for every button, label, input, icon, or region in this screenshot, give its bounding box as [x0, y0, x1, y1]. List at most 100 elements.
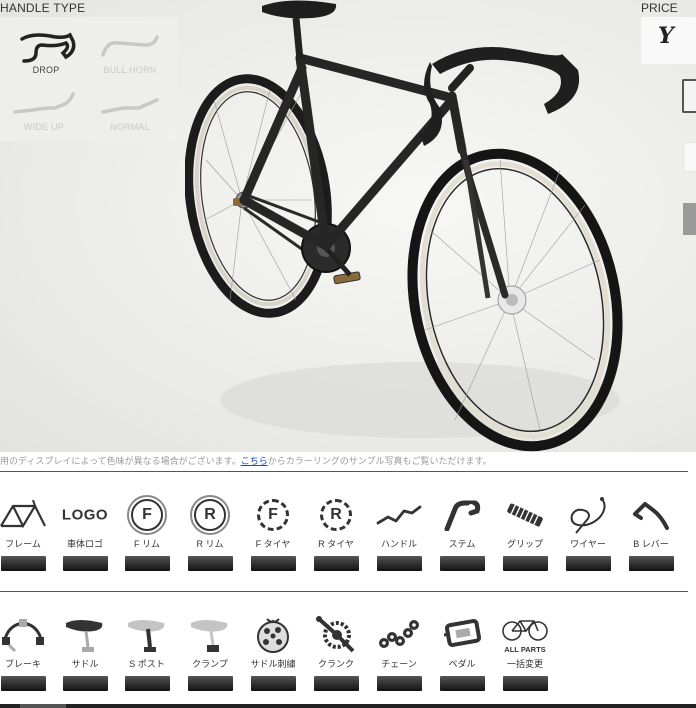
color-swatch[interactable]	[439, 676, 485, 691]
part-label: フレーム	[5, 539, 41, 549]
bottom-scrollbar[interactable]	[0, 704, 696, 708]
part-label: F リム	[134, 539, 160, 549]
handle-type-title: HANDLE TYPE	[0, 1, 86, 15]
all-parts-icon: ALL PARTS	[500, 613, 550, 657]
divider	[0, 471, 688, 472]
part-clamp[interactable]: クランプ	[185, 613, 235, 691]
part-label: S ポスト	[129, 659, 165, 669]
color-swatch[interactable]	[565, 556, 611, 571]
color-swatch[interactable]	[62, 676, 108, 691]
divider	[0, 591, 688, 592]
color-swatch[interactable]	[0, 556, 46, 571]
chain-icon	[374, 613, 424, 657]
part-label: ペダル	[448, 659, 476, 669]
crank-icon	[311, 613, 361, 657]
part-label: グリップ	[506, 539, 543, 549]
handle-option-wide-up[interactable]: WIDE UP	[0, 82, 88, 142]
color-swatch[interactable]	[0, 676, 46, 691]
part-label: チェーン	[381, 659, 417, 669]
brake-icon	[0, 613, 48, 657]
part-pedal[interactable]: ペダル	[437, 613, 487, 691]
all-parts-text: ALL PARTS	[504, 645, 545, 654]
handle-option-label: DROP	[32, 65, 60, 75]
part-frame[interactable]: フレーム	[0, 493, 48, 571]
handle-option-bull-horn[interactable]: BULL HORN	[86, 23, 174, 83]
stem-icon	[437, 493, 487, 537]
logo-icon-text: LOGO	[61, 506, 109, 524]
part-rear-tire[interactable]: R R タイヤ	[311, 493, 361, 571]
side-panel-button[interactable]	[683, 203, 696, 235]
color-swatch[interactable]	[628, 556, 674, 571]
color-swatch[interactable]	[62, 556, 108, 571]
part-label: ハンドル	[380, 539, 417, 549]
part-stem[interactable]: ステム	[437, 493, 487, 571]
color-swatch[interactable]	[439, 556, 485, 571]
logo-icon: LOGO	[60, 493, 110, 537]
color-swatch[interactable]	[313, 676, 359, 691]
rear-tire-icon: R	[311, 493, 361, 537]
part-label: 一括変更	[506, 659, 543, 669]
part-label: ステム	[448, 539, 476, 549]
part-brake[interactable]: ブレーキ	[0, 613, 48, 691]
part-logo[interactable]: LOGO 車体ロゴ	[60, 493, 110, 571]
part-front-rim[interactable]: F F リム	[122, 493, 172, 571]
saddle-embroidery-icon	[248, 613, 298, 657]
seat-post-icon	[122, 613, 172, 657]
part-handlebar[interactable]: ハンドル	[374, 493, 424, 571]
front-rim-icon: F	[122, 493, 172, 537]
part-crank[interactable]: クランク	[311, 613, 361, 691]
rear-tire-letter: R	[320, 499, 352, 531]
brake-lever-icon	[626, 493, 676, 537]
part-label: F タイヤ	[255, 539, 291, 549]
part-grip[interactable]: グリップ	[500, 493, 550, 571]
frame-icon	[0, 493, 48, 537]
wire-icon	[563, 493, 613, 537]
part-brake-lever[interactable]: B レバー	[626, 493, 676, 571]
side-panel-tab[interactable]	[682, 79, 696, 113]
part-front-tire[interactable]: F F タイヤ	[248, 493, 298, 571]
handle-type-panel: DROP BULL HORN WIDE UP NORMAL	[0, 17, 178, 141]
part-label: クランプ	[192, 659, 228, 669]
rear-rim-icon: R	[185, 493, 235, 537]
part-all-parts[interactable]: ALL PARTS 一括変更	[500, 613, 550, 691]
part-label: ブレーキ	[4, 659, 41, 669]
part-label: R タイヤ	[318, 539, 354, 549]
color-swatch[interactable]	[124, 676, 170, 691]
pedal-icon	[437, 613, 487, 657]
part-label: R リム	[196, 539, 224, 549]
side-panel-field[interactable]	[683, 142, 696, 172]
color-swatch[interactable]	[250, 676, 296, 691]
part-wire[interactable]: ワイヤー	[563, 493, 613, 571]
handle-option-drop[interactable]: DROP	[2, 23, 90, 83]
rear-rim-letter: R	[194, 499, 226, 531]
part-label: 車体ロゴ	[66, 539, 103, 549]
bike-preview-image	[185, 0, 623, 452]
clamp-icon	[185, 613, 235, 657]
part-seat-post[interactable]: S ポスト	[122, 613, 172, 691]
color-swatch[interactable]	[502, 556, 548, 571]
handle-option-normal[interactable]: NORMAL	[86, 82, 174, 142]
notice-text-after: からカラーリングのサンプル写真もご覧いただけます。	[267, 456, 492, 466]
part-saddle[interactable]: サドル	[60, 613, 110, 691]
part-label: サドル	[71, 659, 99, 669]
part-chain[interactable]: チェーン	[374, 613, 424, 691]
color-swatch[interactable]	[376, 556, 422, 571]
color-swatch[interactable]	[376, 676, 422, 691]
color-swatch[interactable]	[187, 556, 233, 571]
color-swatch[interactable]	[187, 676, 233, 691]
part-saddle-embroidery[interactable]: サドル刺繍	[248, 613, 298, 691]
part-label: クランク	[317, 659, 354, 669]
color-swatch[interactable]	[250, 556, 296, 571]
sample-photo-link[interactable]: こちら	[241, 456, 268, 466]
front-tire-icon: F	[248, 493, 298, 537]
wide-up-handle-icon	[13, 92, 75, 114]
part-rear-rim[interactable]: R R リム	[185, 493, 235, 571]
saddle-icon	[60, 613, 110, 657]
color-swatch[interactable]	[124, 556, 170, 571]
part-label: ワイヤー	[570, 539, 606, 549]
color-swatch[interactable]	[502, 676, 548, 691]
color-swatch[interactable]	[313, 556, 359, 571]
front-rim-letter: F	[131, 499, 163, 531]
bull-horn-handle-icon	[101, 35, 159, 57]
part-label: サドル刺繍	[250, 659, 296, 669]
